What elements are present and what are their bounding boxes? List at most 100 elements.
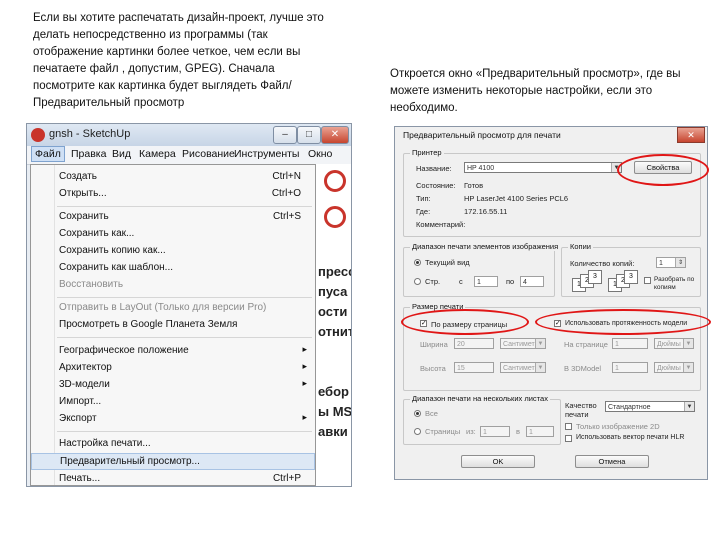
chevron-down-icon: ▼ bbox=[684, 402, 694, 411]
range-to-label: в bbox=[516, 427, 520, 436]
menu-item-label: Сохранить bbox=[59, 211, 109, 222]
height-unit-select[interactable]: Сантиметры ▼ bbox=[500, 362, 546, 373]
menu-item-save-as-template[interactable]: Сохранить как шаблон... bbox=[31, 260, 315, 277]
group-title: Копии bbox=[568, 242, 593, 251]
window-titlebar: gnsh - SketchUp – □ ✕ bbox=[27, 124, 351, 146]
menu-draw[interactable]: Рисование bbox=[182, 148, 235, 160]
printer-type-label: Тип: bbox=[416, 194, 431, 203]
group-title: Диапазон печати на нескольких листах bbox=[410, 394, 550, 403]
menu-item-label: Архитектор bbox=[59, 362, 112, 373]
menu-camera[interactable]: Камера bbox=[139, 148, 176, 160]
collate-checkbox[interactable] bbox=[644, 277, 651, 284]
to-page-input[interactable]: 4 bbox=[520, 276, 544, 287]
current-view-radio[interactable] bbox=[414, 259, 421, 266]
range-to-input[interactable]: 1 bbox=[526, 426, 554, 437]
menu-item-label: Просмотреть в Google Планета Земля bbox=[59, 319, 238, 330]
close-dialog-button[interactable]: ✕ bbox=[677, 127, 705, 143]
on-page-unit-select[interactable]: Дюймы ▼ bbox=[654, 338, 694, 349]
range-from-input[interactable]: 1 bbox=[480, 426, 510, 437]
printer-where-label: Где: bbox=[416, 207, 431, 216]
scale-input[interactable]: 1 bbox=[612, 362, 648, 373]
canvas-text: пуса bbox=[318, 284, 348, 299]
menu-item-save-as[interactable]: Сохранить как... bbox=[31, 226, 315, 243]
sketchup-tool-icon[interactable] bbox=[324, 170, 346, 192]
sketchup-tool-icon[interactable] bbox=[324, 206, 346, 228]
group-title: Диапазон печати элементов изображения bbox=[410, 242, 561, 251]
menu-bar: Файл Правка Вид Камера Рисование Инструм… bbox=[27, 146, 351, 165]
menu-separator bbox=[57, 206, 312, 207]
vector-hlr-label: Использовать вектор печати HLR bbox=[576, 434, 685, 441]
menu-item-save-copy-as[interactable]: Сохранить копию как... bbox=[31, 243, 315, 260]
from-page-input[interactable]: 1 bbox=[474, 276, 498, 287]
highlight-ring-properties bbox=[617, 154, 709, 186]
maximize-button[interactable]: □ bbox=[297, 126, 321, 144]
menu-item-open[interactable]: Открыть... Ctrl+O bbox=[31, 186, 315, 203]
minimize-button[interactable]: – bbox=[273, 126, 297, 144]
menu-item-new[interactable]: Создать Ctrl+N bbox=[31, 169, 315, 186]
page-range-label: Страницы bbox=[425, 427, 461, 436]
menu-tools[interactable]: Инструменты bbox=[234, 148, 299, 160]
canvas-text: ебор bbox=[318, 384, 349, 399]
cancel-button[interactable]: Отмена bbox=[575, 455, 649, 468]
width-unit-select[interactable]: Сантиметры ▼ bbox=[500, 338, 546, 349]
menu-item-print[interactable]: Печать... Ctrl+P bbox=[31, 471, 315, 486]
menu-item-preview-google-earth[interactable]: Просмотреть в Google Планета Земля bbox=[31, 317, 315, 334]
on-page-label: На странице bbox=[564, 340, 608, 349]
menu-edit[interactable]: Правка bbox=[71, 148, 106, 160]
drawing-area[interactable]: пресс пуса ости 2 отнит ебор ы MS авки bbox=[315, 164, 352, 486]
all-pages-radio[interactable] bbox=[414, 410, 421, 417]
spinner-icon[interactable]: ⇕ bbox=[675, 258, 685, 267]
menu-item-save[interactable]: Сохранить Ctrl+S bbox=[31, 209, 315, 226]
ok-button[interactable]: OK bbox=[461, 455, 535, 468]
copies-count-input[interactable]: 1 ⇕ bbox=[656, 257, 686, 268]
sketchup-window: gnsh - SketchUp – □ ✕ Файл Правка Вид Ка… bbox=[26, 123, 352, 487]
canvas-text: авки bbox=[318, 424, 348, 439]
instruction-text-left: Если вы хотите распечатать дизайн-проект… bbox=[33, 12, 324, 109]
pages-radio[interactable] bbox=[414, 278, 421, 285]
to-label: по bbox=[506, 277, 515, 286]
menu-view[interactable]: Вид bbox=[112, 148, 131, 160]
tile-range-group: Диапазон печати элементов изображения Те… bbox=[403, 242, 561, 297]
menu-item-geo-location[interactable]: Географическое положение ▸ bbox=[31, 343, 315, 360]
highlight-ring-model-extents bbox=[535, 309, 711, 335]
group-title: Принтер bbox=[410, 148, 444, 157]
on-page-unit-value: Дюймы bbox=[657, 341, 681, 348]
menu-item-print-setup[interactable]: Настройка печати... bbox=[31, 436, 315, 453]
menu-item-label: Настройка печати... bbox=[59, 438, 151, 449]
page-range-radio[interactable] bbox=[414, 428, 421, 435]
menu-item-label: Отправить в LayOut (Только для версии Pr… bbox=[59, 302, 267, 313]
scale-unit-select[interactable]: Дюймы ▼ bbox=[654, 362, 694, 373]
menu-item-label: Открыть... bbox=[59, 188, 107, 199]
current-view-label: Текущий вид bbox=[425, 258, 470, 267]
menu-item-send-to-layout: Отправить в LayOut (Только для версии Pr… bbox=[31, 300, 315, 317]
menu-window[interactable]: Окно bbox=[308, 148, 332, 160]
submenu-arrow-icon: ▸ bbox=[302, 412, 307, 422]
printer-name-value: HP 4100 bbox=[467, 165, 495, 172]
vector-hlr-checkbox[interactable] bbox=[565, 435, 572, 442]
menu-item-print-preview[interactable]: Предварительный просмотр... bbox=[31, 453, 315, 470]
page-order-icon: 3 bbox=[624, 270, 638, 284]
menu-item-revert: Восстановить bbox=[31, 277, 315, 294]
menu-item-export[interactable]: Экспорт ▸ bbox=[31, 411, 315, 428]
on-page-input[interactable]: 1 bbox=[612, 338, 648, 349]
print-quality-value: Стандартное bbox=[608, 404, 651, 411]
printer-name-select[interactable]: HP 4100 ▼ bbox=[464, 162, 622, 173]
menu-item-label: Импорт... bbox=[59, 396, 102, 407]
scale-label: В 3DModel bbox=[564, 364, 602, 373]
height-label: Высота bbox=[420, 364, 446, 373]
menu-file[interactable]: Файл bbox=[31, 146, 65, 162]
2d-only-checkbox[interactable] bbox=[565, 423, 572, 430]
canvas-text: ы MS bbox=[318, 404, 352, 419]
menu-separator bbox=[57, 297, 312, 298]
menu-item-architect[interactable]: Архитектор ▸ bbox=[31, 360, 315, 377]
copies-group: Копии Количество копий: 1 ⇕ 1 2 3 1 2 3 … bbox=[561, 242, 701, 297]
print-quality-select[interactable]: Стандартное ▼ bbox=[605, 401, 695, 412]
menu-separator bbox=[57, 431, 312, 432]
height-input[interactable]: 15 bbox=[454, 362, 494, 373]
width-input[interactable]: 20 bbox=[454, 338, 494, 349]
close-window-button[interactable]: ✕ bbox=[321, 126, 349, 144]
menu-item-3d-models[interactable]: 3D-модели ▸ bbox=[31, 377, 315, 394]
menu-item-label: Восстановить bbox=[59, 279, 124, 290]
menu-item-import[interactable]: Импорт... bbox=[31, 394, 315, 411]
submenu-arrow-icon: ▸ bbox=[302, 344, 307, 354]
